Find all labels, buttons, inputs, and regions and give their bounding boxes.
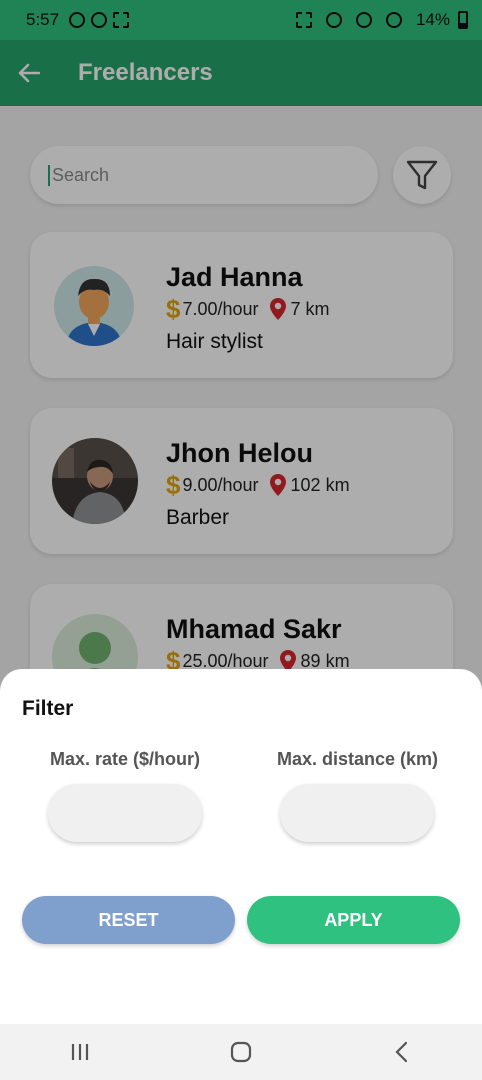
recent-apps-icon — [72, 1044, 89, 1060]
max-distance-input[interactable] — [280, 784, 434, 842]
filter-title: Filter — [22, 697, 74, 720]
max-distance-label: Max. distance (km) — [277, 749, 439, 769]
back-nav-button[interactable] — [372, 1032, 432, 1072]
max-rate-label: Max. rate ($/hour) — [50, 749, 201, 769]
max-rate-input[interactable] — [48, 784, 202, 842]
reset-button[interactable]: RESET — [22, 896, 235, 944]
home-button[interactable] — [211, 1032, 271, 1072]
filter-sheet: Filter Max. rate ($/hour) Max. distance … — [0, 669, 482, 1024]
chevron-left-icon — [395, 1041, 407, 1063]
system-nav-bar — [0, 1024, 482, 1080]
home-icon — [230, 1041, 252, 1063]
recent-apps-button[interactable] — [50, 1032, 110, 1072]
apply-button[interactable]: APPLY — [247, 896, 460, 944]
